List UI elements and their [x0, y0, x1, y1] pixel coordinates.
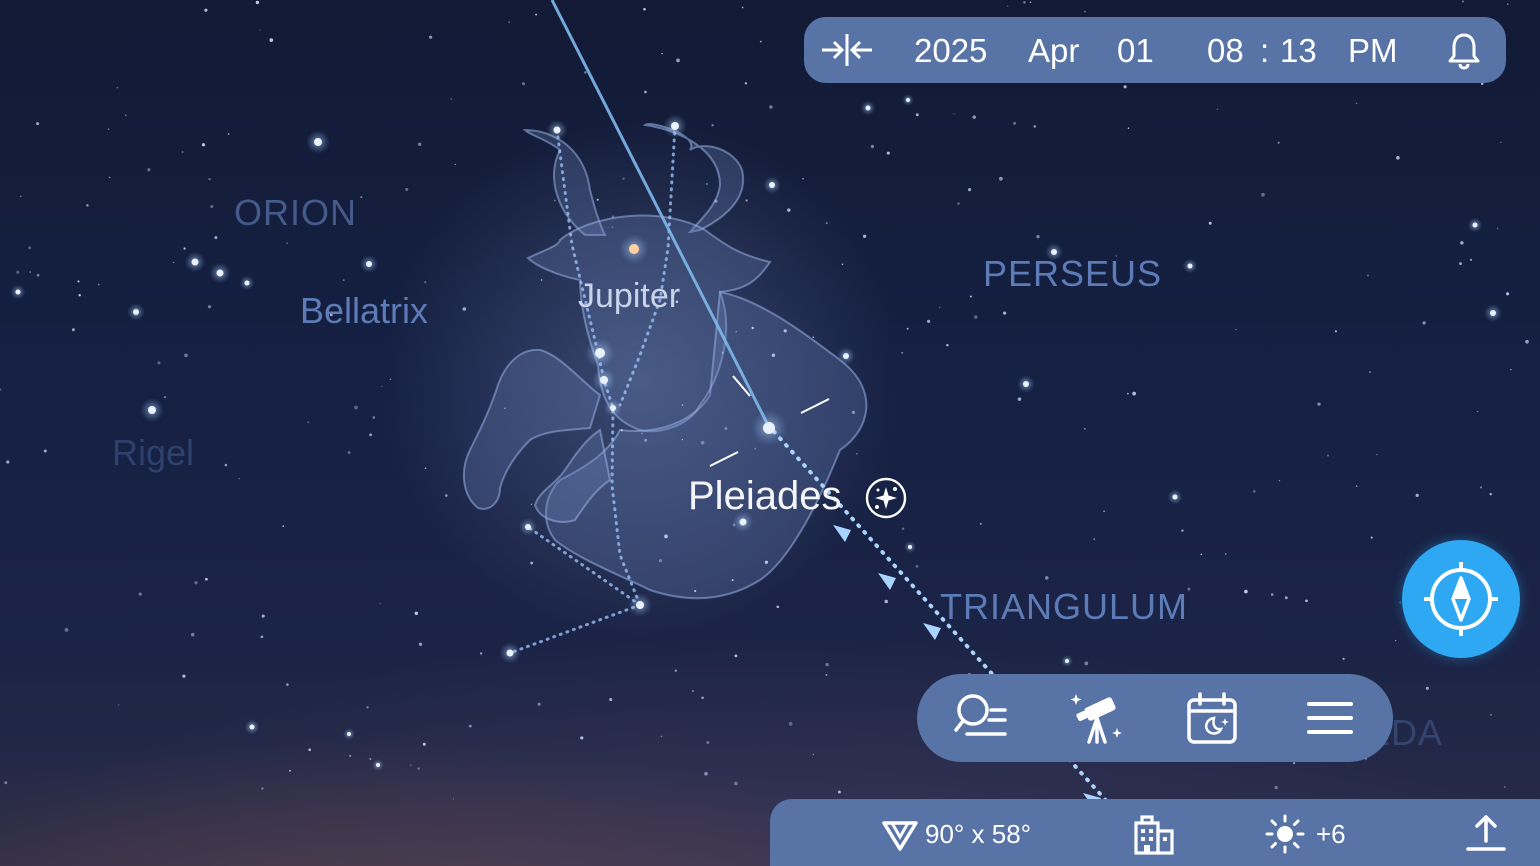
buildings-icon[interactable] [1132, 813, 1176, 855]
field-of-view-value[interactable]: 90° x 58° [925, 819, 1031, 850]
brightness-icon[interactable] [1264, 813, 1306, 855]
share-icon[interactable] [1466, 811, 1506, 853]
date-time-bar[interactable]: 2025 Apr 01 08 : 13 PM [804, 17, 1506, 83]
star-label-bellatrix[interactable]: Bellatrix [300, 290, 428, 332]
deep-sky-object-icon [865, 477, 907, 519]
compass-button[interactable] [1402, 540, 1520, 658]
star-label-rigel[interactable]: Rigel [112, 432, 194, 474]
time-separator: : [1260, 32, 1270, 69]
day-field[interactable]: 01 [1117, 32, 1154, 70]
constellation-label-perseus[interactable]: PERSEUS [983, 253, 1162, 295]
pleiades-name: Pleiades [688, 474, 842, 518]
sky-view[interactable]: ORION Bellatrix Rigel Jupiter PERSEUS TR… [0, 0, 1540, 866]
menu-icon[interactable] [1299, 688, 1359, 748]
search-list-icon[interactable] [951, 688, 1011, 748]
calendar-night-icon[interactable] [1183, 688, 1243, 748]
status-bar: 90° x 58° +6 [770, 799, 1540, 866]
ampm-field[interactable]: PM [1348, 32, 1398, 70]
object-label-pleiades[interactable]: Pleiades [688, 474, 907, 519]
telescope-icon[interactable] [1067, 688, 1127, 748]
hour-field[interactable]: 08 [1207, 32, 1244, 70]
constellation-label-triangulum[interactable]: TRIANGULUM [940, 586, 1188, 628]
field-of-view-icon[interactable] [880, 817, 920, 853]
minute-field[interactable]: 13 [1280, 32, 1317, 70]
month-field[interactable]: Apr [1028, 32, 1079, 70]
center-collapse-icon[interactable] [820, 30, 874, 70]
year-field[interactable]: 2025 [914, 32, 987, 70]
main-toolbar [917, 674, 1393, 762]
bell-icon[interactable] [1444, 31, 1484, 71]
planet-label-jupiter[interactable]: Jupiter [578, 277, 680, 316]
constellation-label-orion[interactable]: ORION [234, 192, 357, 234]
brightness-value[interactable]: +6 [1316, 819, 1346, 850]
compass-icon [1424, 562, 1498, 636]
